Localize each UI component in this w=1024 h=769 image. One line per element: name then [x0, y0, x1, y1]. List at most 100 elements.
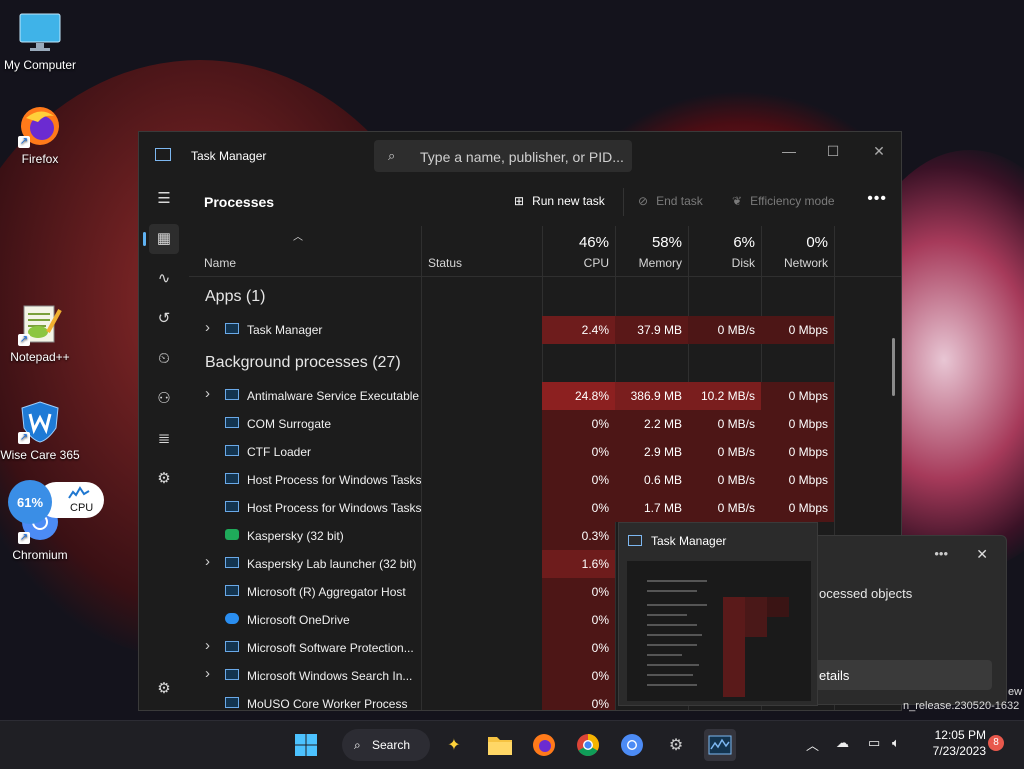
nav-performance-icon[interactable]: ∿ — [149, 264, 179, 294]
task-manager-taskbar-icon[interactable] — [704, 729, 736, 761]
file-explorer-icon[interactable] — [484, 729, 516, 761]
end-task-button[interactable]: ⊘ End task — [638, 194, 703, 208]
column-header-cpu[interactable]: 46% CPU — [542, 226, 615, 276]
cell-cpu: 0% — [542, 494, 615, 522]
wise-care-icon: ↗ — [18, 400, 62, 444]
column-header-memory[interactable]: 58% Memory — [615, 226, 688, 276]
desktop-icon-label: Wise Care 365 — [0, 448, 80, 462]
table-row[interactable]: › Task Manager 2.4% 37.9 MB 0 MB/s 0 Mbps — [189, 316, 834, 344]
table-row[interactable]: COM Surrogate 0% 2.2 MB 0 MB/s 0 Mbps — [189, 410, 834, 438]
start-button[interactable] — [290, 729, 322, 761]
chromium-icon[interactable] — [616, 729, 648, 761]
column-header-status[interactable]: Status — [422, 226, 542, 276]
column-name-label: Name — [204, 256, 237, 270]
toast-details-label: etails — [819, 668, 850, 683]
table-row[interactable]: Host Process for Windows Tasks 0% 1.7 MB 0 … — [189, 494, 834, 522]
watermark-build-text: n_release.230520-1632 — [903, 700, 1020, 712]
minimize-button[interactable]: — — [769, 138, 809, 164]
table-row[interactable]: › Antimalware Service Executable 24.8% 386.… — [189, 382, 834, 410]
toast-notification: ••• ✕ ocessed objects etails — [808, 535, 1007, 705]
nav-details-icon[interactable]: ≣ — [149, 424, 179, 454]
close-button[interactable]: ✕ — [859, 138, 899, 164]
efficiency-mode-label: Efficiency mode — [750, 194, 835, 208]
end-task-icon: ⊘ — [638, 194, 649, 208]
taskbar-thumbnail-preview[interactable]: Task Manager — [618, 522, 818, 706]
task-manager-icon — [225, 323, 239, 334]
nav-processes-icon[interactable]: ▦ — [143, 224, 179, 254]
process-name: Antimalware Service Executable — [247, 389, 420, 403]
more-options-icon[interactable]: ••• — [867, 190, 887, 208]
firefox-icon[interactable] — [528, 729, 560, 761]
search-input[interactable]: ⌕ Type a name, publisher, or PID... — [374, 140, 632, 172]
notification-badge[interactable]: 8 — [988, 735, 1004, 751]
thumbnail-image — [627, 561, 811, 701]
cell-network: 0 Mbps — [761, 466, 834, 494]
vertical-scrollbar[interactable] — [892, 338, 895, 396]
table-row[interactable]: Host Process for Windows Tasks 0% 0.6 MB 0 … — [189, 466, 834, 494]
column-header-disk[interactable]: 6% Disk — [688, 226, 761, 276]
volume-icon[interactable]: 🔈︎ — [892, 735, 900, 751]
expand-chevron-icon[interactable]: › — [205, 319, 210, 336]
nav-startup-apps-icon[interactable]: ⏲ — [149, 344, 179, 374]
network-icon[interactable]: ▭ — [868, 735, 880, 751]
cell-memory: 1.7 MB — [615, 494, 688, 522]
show-hidden-icons-icon[interactable]: ︿ — [806, 735, 819, 754]
window-title: Task Manager — [191, 149, 267, 163]
desktop-icon-wise-care[interactable]: ↗ Wise Care 365 — [0, 400, 80, 462]
page-title: Processes — [204, 194, 275, 210]
process-name: Microsoft Windows Search In... — [247, 669, 413, 683]
nav-rail: ☰ ▦ ∿ ↺ ⏲ ⚇ ≣ ⚙ ⚙ — [139, 178, 189, 710]
expand-chevron-icon[interactable]: › — [205, 665, 210, 682]
toast-more-icon[interactable]: ••• — [934, 546, 948, 561]
cpu-widget[interactable]: CPU 61% — [8, 480, 104, 524]
expand-chevron-icon[interactable]: › — [205, 637, 210, 654]
toast-close-icon[interactable]: ✕ — [976, 546, 988, 563]
cloud-offline-icon[interactable]: ☁ — [836, 735, 849, 751]
column-header-name[interactable]: ︿ Name — [189, 226, 421, 276]
run-new-task-icon: ⊞ — [514, 194, 525, 208]
process-name: Host Process for Windows Tasks — [247, 501, 422, 515]
group-header-background: Background processes (27) — [205, 354, 401, 371]
chrome-icon[interactable] — [572, 729, 604, 761]
windows-logo-icon — [295, 734, 317, 756]
cell-cpu: 0% — [542, 466, 615, 494]
toast-details-button[interactable]: etails — [809, 660, 992, 690]
title-bar[interactable]: Task Manager ⌕ Type a name, publisher, o… — [139, 132, 901, 178]
run-new-task-label: Run new task — [532, 194, 605, 208]
column-network-label: Network — [783, 256, 828, 270]
desktop-icon-notepadpp[interactable]: ↗ Notepad++ — [0, 302, 80, 364]
nav-app-history-icon[interactable]: ↺ — [149, 304, 179, 334]
table-row[interactable]: CTF Loader 0% 2.9 MB 0 MB/s 0 Mbps — [189, 438, 834, 466]
efficiency-mode-button[interactable]: ❦ Efficiency mode — [732, 194, 835, 208]
process-icon — [225, 697, 239, 708]
taskbar-search-label: Search — [372, 738, 411, 752]
process-name: Microsoft Software Protection... — [247, 641, 414, 655]
cpu-widget-label: CPU — [70, 502, 94, 514]
cell-disk: 0 MB/s — [688, 410, 761, 438]
cell-cpu: 0% — [542, 606, 615, 634]
taskbar-search-button[interactable]: ⌕ Search — [342, 729, 430, 761]
clock[interactable]: 12:05 PM 7/23/2023 — [920, 727, 986, 759]
cell-cpu: 2.4% — [542, 316, 615, 344]
settings-gear-icon[interactable]: ⚙ — [660, 729, 692, 761]
expand-chevron-icon[interactable]: › — [205, 553, 210, 570]
magic-wand-icon[interactable]: ✦ — [438, 729, 470, 761]
nav-settings-icon[interactable]: ⚙ — [149, 674, 179, 704]
desktop-icon-my-computer[interactable]: My Computer — [0, 10, 80, 72]
onedrive-icon — [225, 613, 239, 624]
column-header-network[interactable]: 0% Network — [761, 226, 834, 276]
hamburger-menu-icon[interactable]: ☰ — [149, 184, 179, 214]
process-icon — [225, 585, 239, 596]
run-new-task-button[interactable]: ⊞ Run new task — [514, 194, 605, 208]
process-name: CTF Loader — [247, 445, 312, 459]
cell-disk: 0 MB/s — [688, 466, 761, 494]
nav-services-icon[interactable]: ⚙ — [149, 464, 179, 494]
search-indexer-icon — [225, 669, 239, 680]
nav-users-icon[interactable]: ⚇ — [149, 384, 179, 414]
expand-chevron-icon[interactable]: › — [205, 385, 210, 402]
maximize-button[interactable]: ☐ — [813, 138, 853, 164]
cell-cpu: 0% — [542, 662, 615, 690]
cell-cpu: 0.3% — [542, 522, 615, 550]
desktop-icon-firefox[interactable]: ↗ Firefox — [0, 104, 80, 166]
task-manager-icon — [155, 148, 171, 161]
